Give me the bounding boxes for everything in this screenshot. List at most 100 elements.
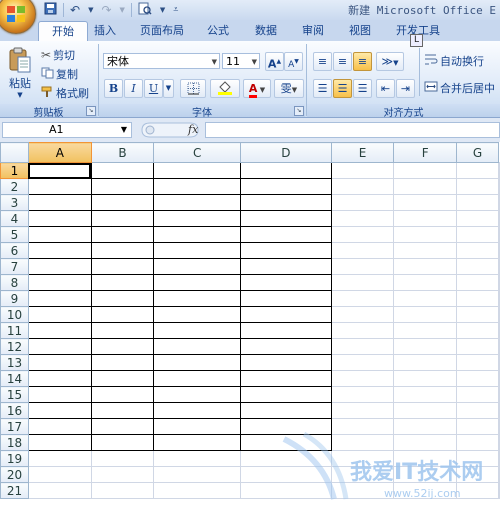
row-header[interactable]: 19 bbox=[0, 450, 29, 467]
cell[interactable] bbox=[27, 402, 92, 419]
align-right-button[interactable]: ☰ bbox=[353, 79, 372, 98]
cell[interactable] bbox=[90, 482, 155, 499]
cell[interactable] bbox=[27, 450, 92, 467]
cell[interactable] bbox=[456, 306, 499, 323]
cell[interactable] bbox=[27, 354, 92, 371]
cell[interactable] bbox=[393, 306, 458, 323]
row-header[interactable]: 8 bbox=[0, 274, 29, 291]
cell[interactable] bbox=[153, 418, 242, 435]
row-header[interactable]: 7 bbox=[0, 258, 29, 275]
align-top-button[interactable]: ≡ bbox=[313, 52, 332, 71]
wrap-text-button[interactable]: 自动换行 bbox=[424, 53, 484, 69]
cell[interactable] bbox=[498, 306, 500, 323]
row-header[interactable]: 10 bbox=[0, 306, 29, 323]
cell[interactable] bbox=[27, 338, 92, 355]
cell[interactable] bbox=[27, 306, 92, 323]
cell[interactable] bbox=[153, 402, 242, 419]
row-header[interactable]: 4 bbox=[0, 210, 29, 227]
row-header[interactable]: 17 bbox=[0, 418, 29, 435]
insert-function-button[interactable]: fx bbox=[188, 123, 198, 136]
cell[interactable] bbox=[27, 194, 92, 211]
customize-qat-icon[interactable]: ⩡ bbox=[171, 3, 180, 17]
cell[interactable] bbox=[27, 290, 92, 307]
cell[interactable] bbox=[393, 258, 458, 275]
row-header[interactable]: 20 bbox=[0, 466, 29, 483]
cell[interactable] bbox=[153, 226, 242, 243]
cell[interactable] bbox=[456, 386, 499, 403]
print-preview-dropdown-icon[interactable]: ▼ bbox=[158, 3, 167, 17]
cell[interactable] bbox=[456, 210, 499, 227]
cell[interactable] bbox=[240, 290, 332, 307]
tab-insert[interactable]: 插入 bbox=[88, 21, 122, 41]
cell[interactable] bbox=[27, 226, 92, 243]
cell[interactable] bbox=[90, 450, 155, 467]
row-header[interactable]: 16 bbox=[0, 402, 29, 419]
cell[interactable] bbox=[153, 322, 242, 339]
cell[interactable] bbox=[240, 370, 332, 387]
cell[interactable] bbox=[240, 178, 332, 195]
font-size-combo[interactable]: 11 ▼ bbox=[222, 53, 260, 69]
cell[interactable] bbox=[90, 434, 155, 451]
increase-indent-button[interactable]: ⇥ bbox=[396, 79, 415, 98]
cell[interactable] bbox=[27, 242, 92, 259]
cell[interactable] bbox=[153, 194, 242, 211]
cell[interactable] bbox=[153, 258, 242, 275]
cell[interactable] bbox=[393, 338, 458, 355]
cell[interactable] bbox=[90, 226, 155, 243]
cell[interactable] bbox=[330, 274, 395, 291]
cell[interactable] bbox=[393, 226, 458, 243]
cell[interactable] bbox=[330, 178, 395, 195]
cell[interactable] bbox=[153, 290, 242, 307]
cell[interactable] bbox=[240, 402, 332, 419]
cell[interactable] bbox=[90, 194, 155, 211]
cell[interactable] bbox=[498, 242, 500, 259]
paste-button[interactable]: 粘贴 ▼ bbox=[6, 46, 34, 99]
cell[interactable] bbox=[90, 466, 155, 483]
cell[interactable] bbox=[90, 402, 155, 419]
cell[interactable] bbox=[498, 482, 500, 499]
name-box[interactable]: A1 ▼ bbox=[2, 122, 132, 138]
print-preview-icon[interactable] bbox=[136, 2, 154, 18]
cell[interactable] bbox=[498, 194, 500, 211]
cell[interactable] bbox=[330, 194, 395, 211]
cell[interactable] bbox=[240, 306, 332, 323]
bold-button[interactable]: B bbox=[104, 79, 123, 98]
cell[interactable] bbox=[27, 370, 92, 387]
cell[interactable] bbox=[393, 194, 458, 211]
shrink-font-button[interactable]: A▼ bbox=[284, 52, 303, 71]
copy-button[interactable]: 复制 bbox=[41, 66, 78, 82]
cell[interactable] bbox=[27, 258, 92, 275]
cell[interactable] bbox=[240, 354, 332, 371]
cell[interactable] bbox=[498, 322, 500, 339]
redo-icon[interactable]: ↷ bbox=[99, 3, 113, 17]
cell[interactable] bbox=[393, 162, 458, 179]
cell[interactable] bbox=[90, 210, 155, 227]
tab-data[interactable]: 数据 bbox=[248, 21, 284, 41]
cell[interactable] bbox=[393, 370, 458, 387]
cell[interactable] bbox=[90, 386, 155, 403]
cell[interactable] bbox=[90, 162, 155, 179]
tab-page-layout[interactable]: 页面布局 bbox=[132, 21, 192, 41]
cell[interactable] bbox=[27, 466, 92, 483]
cell[interactable] bbox=[330, 386, 395, 403]
column-header[interactable]: G bbox=[456, 142, 499, 163]
cell[interactable] bbox=[393, 402, 458, 419]
cell[interactable] bbox=[153, 434, 242, 451]
redo-dropdown-icon[interactable]: ▼ bbox=[118, 3, 127, 17]
cell[interactable] bbox=[153, 386, 242, 403]
cell[interactable] bbox=[240, 242, 332, 259]
row-header[interactable]: 6 bbox=[0, 242, 29, 259]
cell[interactable] bbox=[90, 290, 155, 307]
cell[interactable] bbox=[330, 402, 395, 419]
cell[interactable] bbox=[90, 306, 155, 323]
cell[interactable] bbox=[498, 258, 500, 275]
cell[interactable] bbox=[498, 178, 500, 195]
row-header[interactable]: 13 bbox=[0, 354, 29, 371]
cell[interactable] bbox=[90, 370, 155, 387]
tab-view[interactable]: 视图 bbox=[342, 21, 378, 41]
cell[interactable] bbox=[240, 194, 332, 211]
cell[interactable] bbox=[456, 402, 499, 419]
cell[interactable] bbox=[153, 370, 242, 387]
cell[interactable] bbox=[456, 194, 499, 211]
cell[interactable] bbox=[153, 210, 242, 227]
